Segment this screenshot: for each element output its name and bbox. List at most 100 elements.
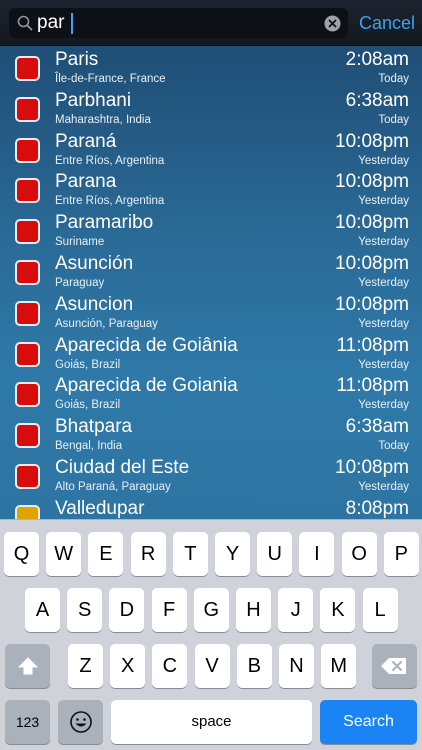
local-time: 10:08pm [335,130,409,152]
city-name: Asuncion [55,293,134,315]
day-label: Yesterday [358,195,409,208]
result-row[interactable]: Aparecida de Goiania Goiás, Brazil 11:08pm… [0,374,422,415]
key-x[interactable]: X [110,644,146,688]
numbers-key[interactable]: 123 [5,700,50,744]
local-time: 10:08pm [335,457,409,478]
day-label: Yesterday [358,481,409,493]
color-swatch [15,178,40,204]
city-name: Valledupar [55,497,145,519]
search-field[interactable] [9,8,348,38]
day-label: Yesterday [358,399,409,412]
key-t[interactable]: T [172,532,208,576]
result-row[interactable]: Parana Entre Ríos, Argentina 10:08pm Yester… [0,170,422,211]
local-time: 10:08pm [335,212,409,234]
key-j[interactable]: J [278,588,314,632]
key-i[interactable]: I [299,532,335,576]
region-name: Suriname [55,236,105,249]
result-row[interactable]: Asuncion Asunción, Paraguay 10:08pm Yesterd… [0,293,422,334]
city-name: Asunción [55,253,134,274]
local-time: 10:08pm [335,293,409,315]
key-b[interactable]: B [236,644,272,688]
color-swatch [15,300,40,326]
color-swatch [15,137,40,163]
emoji-key[interactable] [58,700,103,744]
key-r[interactable]: R [130,532,166,576]
result-row[interactable]: Paris Île-de-France, France 2:08am Today [0,48,422,89]
day-label: Yesterday [358,358,409,371]
search-key[interactable]: Search [320,700,417,744]
result-row[interactable]: Aparecida de Goiânia Goiás, Brazil 11:08pm… [0,334,422,375]
key-w[interactable]: W [46,532,82,576]
result-row[interactable]: Parbhani Maharashtra, India 6:38am Today [0,89,422,130]
local-time: 10:08pm [335,171,409,193]
key-m[interactable]: M [321,644,357,688]
region-name: Maharashtra, India [55,113,151,126]
city-name: Paraná [55,130,117,152]
local-time: 11:08pm [336,334,409,356]
day-label: Yesterday [358,154,409,167]
city-name: Aparecida de Goiânia [55,334,238,356]
key-n[interactable]: N [279,644,314,688]
result-row[interactable]: Paramaribo Suriname 10:08pm Yesterday [0,211,422,252]
region-name: Alto Paraná, Paraguay [55,481,171,493]
color-swatch [15,96,40,122]
key-c[interactable]: C [152,644,188,688]
day-label: Yesterday [358,236,409,249]
region-name: Asunción, Paraguay [55,317,158,330]
shift-key[interactable] [5,644,50,688]
local-time: 2:08am [345,49,409,70]
day-label: Yesterday [358,277,409,289]
city-name: Paramaribo [55,212,154,234]
result-row[interactable]: Asunción Paraguay 10:08pm Yesterday [0,252,422,293]
region-name: Entre Ríos, Argentina [55,154,165,167]
key-f[interactable]: F [151,588,187,632]
color-swatch [15,504,40,519]
region-name: Île-de-France, France [55,73,166,85]
city-name: Paris [55,49,99,70]
city-name: Bhatpara [55,416,133,438]
city-name: Ciudad del Este [55,457,190,478]
search-icon [17,15,33,31]
key-g[interactable]: G [193,588,229,632]
key-h[interactable]: H [236,588,271,632]
key-e[interactable]: E [88,532,124,576]
color-swatch [15,382,40,408]
region-name: Bengal, India [55,440,123,453]
clear-icon[interactable] [324,15,341,32]
key-q[interactable]: Q [4,532,39,576]
key-k[interactable]: K [320,588,356,632]
key-o[interactable]: O [341,532,377,576]
key-p[interactable]: P [383,532,419,576]
region-name: Paraguay [55,277,105,289]
key-s[interactable]: S [67,588,103,632]
emoji-smiley-icon [70,711,92,733]
local-time: 6:38am [345,416,409,438]
key-z[interactable]: Z [68,644,103,688]
delete-key[interactable] [372,644,417,688]
key-d[interactable]: D [109,588,145,632]
key-a[interactable]: A [25,588,60,632]
local-time: 6:38am [345,89,409,111]
key-v[interactable]: V [194,644,230,688]
key-u[interactable]: U [257,532,293,576]
key-l[interactable]: L [362,588,398,632]
city-name: Aparecida de Goiania [55,375,238,397]
result-row[interactable]: Bhatpara Bengal, India 6:38am Today [0,415,422,456]
local-time: 10:08pm [335,253,409,274]
color-swatch [15,219,40,245]
cancel-button[interactable]: Cancel [359,11,415,35]
city-name: Parana [55,171,117,193]
color-swatch [15,341,40,367]
space-key[interactable]: space [111,700,312,744]
day-label: Today [378,73,409,85]
results-list: Paris Île-de-France, France 2:08am Today Par… [0,46,422,519]
key-y[interactable]: Y [215,532,250,576]
local-time: 8:08pm [345,497,409,519]
region-name: Goiás, Brazil [55,399,121,412]
region-name: Goiás, Brazil [55,358,121,371]
search-input[interactable] [37,11,307,35]
keyboard: 123 space Search QWERTYUIOP ASDFGHJKL ZXCV… [0,519,422,750]
result-row[interactable]: Paraná Entre Ríos, Argentina 10:08pm Yester… [0,130,422,171]
result-row[interactable]: Ciudad del Este Alto Paraná, Paraguay 10:0… [0,456,422,497]
result-row[interactable]: Valledupar 8:08pm [0,497,422,519]
